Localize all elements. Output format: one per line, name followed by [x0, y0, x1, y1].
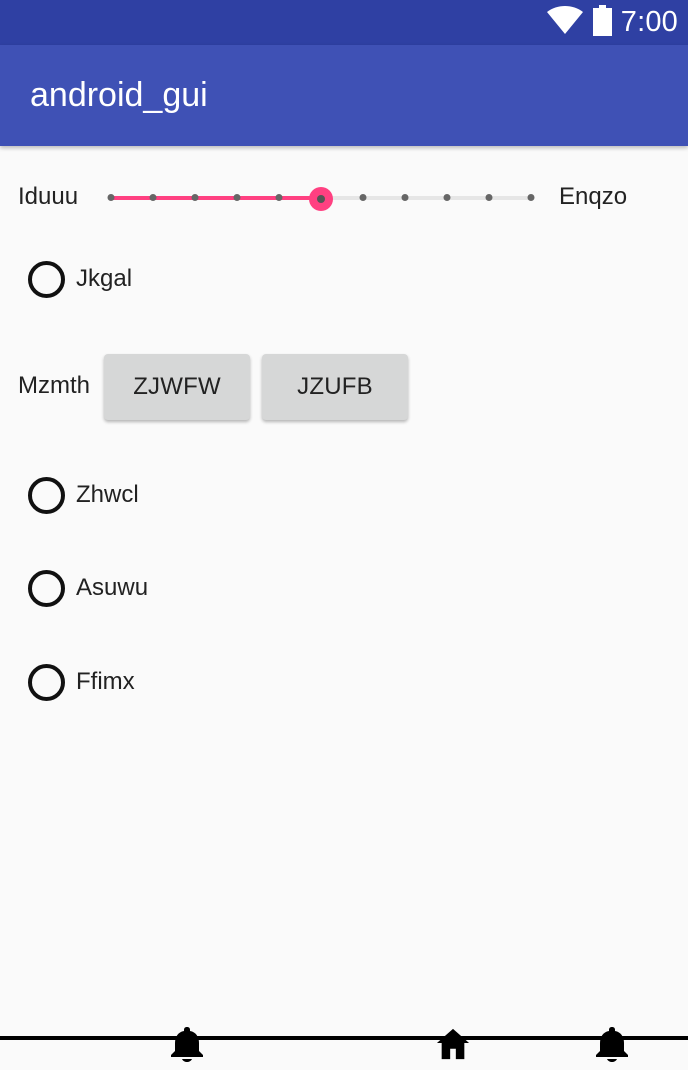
- slider-tick: [359, 194, 367, 201]
- app-title: android_gui: [30, 76, 208, 114]
- bottom-navigation: [0, 1024, 688, 1070]
- radio-button-unchecked-icon[interactable]: [28, 569, 65, 607]
- status-icons: 7:00: [546, 4, 678, 41]
- slider-tick: [107, 194, 115, 201]
- discrete-slider[interactable]: [107, 182, 535, 212]
- radio-option-label: Ffimx: [76, 668, 135, 695]
- slider-tick: [443, 194, 451, 201]
- bottom-edge: [0, 1036, 688, 1040]
- slider-tick: [191, 194, 199, 201]
- app-screen: 7:00 android_gui Iduuu Enqzo Jkgal Mzmth…: [0, 0, 688, 1070]
- bell-icon[interactable]: [170, 1026, 204, 1062]
- slider-tick: [233, 194, 241, 201]
- radio-option-asuwu[interactable]: Asuwu: [28, 568, 148, 608]
- slider-fill: [111, 196, 321, 200]
- slider-tick: [485, 194, 493, 201]
- slider-tick: [275, 194, 283, 201]
- slider-max-label: Enqzo: [559, 183, 628, 210]
- slider-tick: [149, 194, 157, 201]
- status-time: 7:00: [620, 6, 678, 38]
- slider-tick: [401, 194, 409, 201]
- slider-min-label: Iduuu: [18, 183, 79, 210]
- slider-thumb[interactable]: [309, 187, 333, 211]
- radio-button-unchecked-icon[interactable]: [28, 260, 65, 298]
- zjwfw-button[interactable]: ZJWFW: [104, 354, 250, 420]
- radio-option-label: Zhwcl: [76, 481, 139, 508]
- radio-option-jkgal[interactable]: Jkgal: [28, 259, 132, 299]
- slider-tick: [527, 194, 535, 201]
- app-bar: android_gui: [0, 45, 688, 146]
- bell-icon[interactable]: [595, 1026, 629, 1062]
- battery-icon: [592, 4, 613, 41]
- radio-button-unchecked-icon[interactable]: [28, 663, 65, 701]
- radio-option-label: Asuwu: [76, 574, 149, 601]
- wifi-icon: [546, 5, 584, 40]
- jzufb-button[interactable]: JZUFB: [262, 354, 408, 420]
- home-icon[interactable]: [436, 1026, 470, 1062]
- radio-option-ffimx[interactable]: Ffimx: [28, 662, 135, 702]
- radio-option-zhwcl[interactable]: Zhwcl: [28, 475, 139, 515]
- radio-option-label: Jkgal: [76, 265, 133, 292]
- button-group-label: Mzmth: [18, 372, 90, 399]
- status-bar: 7:00: [0, 0, 688, 45]
- radio-button-unchecked-icon[interactable]: [28, 476, 65, 514]
- main-content: Iduuu Enqzo Jkgal Mzmth ZJWFW JZUFB Zhwc…: [0, 146, 688, 1036]
